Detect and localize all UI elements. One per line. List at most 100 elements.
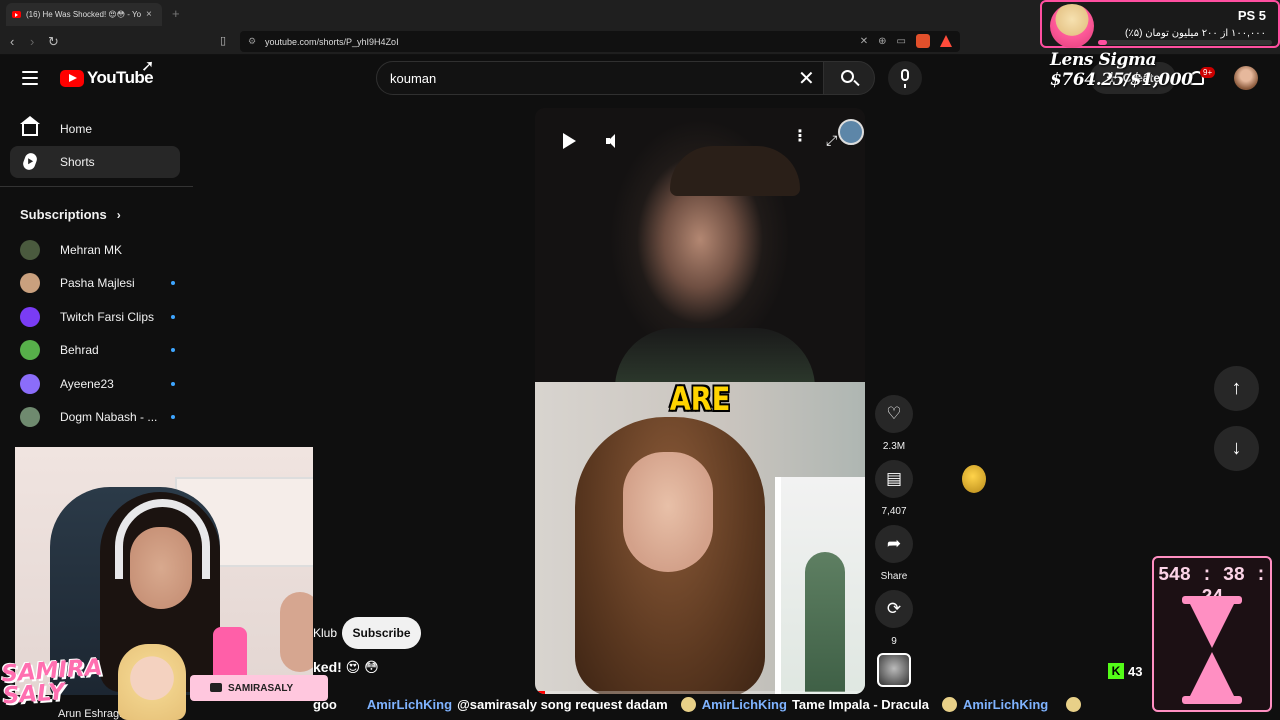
mouse-cursor-icon: ➚ xyxy=(141,58,155,75)
cast-icon[interactable]: ▭ xyxy=(897,36,906,47)
sidebar-item-home[interactable]: Home xyxy=(10,113,180,145)
youtube-favicon-icon xyxy=(12,11,21,18)
chat-username: AmirLichKing xyxy=(963,696,1049,712)
like-button[interactable]: ♡ xyxy=(875,395,913,433)
emote-icon xyxy=(942,696,957,712)
microphone-icon xyxy=(901,69,909,88)
streamer-brand-badge: SAMIRA SALY SAMIRASALY xyxy=(0,640,330,720)
new-content-dot xyxy=(171,381,175,386)
menu-icon[interactable] xyxy=(22,71,38,85)
forward-button[interactable]: › xyxy=(30,34,34,49)
share-label: Share xyxy=(880,571,908,582)
clear-search-icon[interactable]: ✕ xyxy=(798,66,815,91)
address-bar-actions: ✕ ⊕ ▭ xyxy=(860,34,952,48)
chevron-right-icon: › xyxy=(116,207,121,222)
shorts-video-player[interactable]: ARE xyxy=(535,108,865,694)
streamer-brand-name: SAMIRA SALY xyxy=(0,655,105,710)
emote-icon xyxy=(680,696,696,712)
video-woman-face xyxy=(623,452,713,572)
search-button[interactable] xyxy=(823,61,875,95)
play-icon[interactable] xyxy=(563,133,576,149)
sound-action[interactable] xyxy=(875,653,913,687)
new-content-dot xyxy=(171,314,175,319)
chat-message: Tame Impala - Dracula xyxy=(791,696,929,712)
remix-button[interactable]: ⟳ xyxy=(875,590,913,628)
share-button[interactable]: ➦ xyxy=(875,525,913,563)
channel-name: Twitch Farsi Clips xyxy=(60,309,155,324)
emote-icon xyxy=(1066,696,1082,712)
goal-progress-text: ۱۰۰,۰۰۰ از ۲۰۰ میلیون تومان (۵٪) xyxy=(1125,28,1266,39)
lens-goal-text: Lens Sigma $764.25/$1,000 xyxy=(1050,50,1193,90)
channel-avatar xyxy=(20,407,40,427)
sidebar-subscription-item[interactable]: Twitch Farsi Clips xyxy=(20,306,175,328)
close-tab-icon[interactable]: × xyxy=(146,9,158,20)
fullscreen-icon[interactable]: ⤢ xyxy=(826,132,837,149)
shorts-icon xyxy=(21,151,39,172)
channel-name-fragment[interactable]: Klub xyxy=(313,626,337,640)
bookmark-icon[interactable]: ▯ xyxy=(220,34,226,47)
remix-count: 9 xyxy=(891,636,897,647)
back-button[interactable]: ‹ xyxy=(10,34,14,49)
channel-name: Ayeene23 xyxy=(60,376,114,391)
share-icon: ➦ xyxy=(886,534,902,553)
new-content-dot xyxy=(171,281,175,286)
sidebar-subscription-item[interactable]: Behrad xyxy=(20,339,175,361)
tab-title: (16) He Was Shocked! 😍😳 - Yo xyxy=(26,10,142,19)
youtube-logo[interactable]: YouTube xyxy=(60,68,154,88)
remix-action[interactable]: ⟳ 9 xyxy=(875,590,913,647)
video-person-hair xyxy=(670,146,800,196)
new-content-dot xyxy=(171,348,175,353)
youtube-play-icon xyxy=(60,69,84,87)
site-info-icon[interactable]: ⚙ xyxy=(248,36,256,47)
sidebar-divider xyxy=(0,186,193,187)
extension-badge-icon[interactable] xyxy=(838,119,864,145)
remix-icon: ⟳ xyxy=(886,599,902,618)
comment-button[interactable]: ▤ xyxy=(875,460,913,498)
kick-logo-icon: K xyxy=(1108,663,1124,679)
donation-goal-widget: PS 5 ۱۰۰,۰۰۰ از ۲۰۰ میلیون تومان (۵٪) xyxy=(1040,0,1280,48)
arrow-down-icon: ↓ xyxy=(1231,437,1242,459)
sound-thumbnail[interactable] xyxy=(877,653,911,687)
previous-short-button[interactable]: ↑ xyxy=(1214,366,1259,411)
subscribe-button[interactable]: Subscribe xyxy=(342,617,421,649)
browser-tab[interactable]: (16) He Was Shocked! 😍😳 - Yo × xyxy=(6,3,162,26)
video-bottom-frame xyxy=(535,382,865,694)
chat-username: AmirLichKing xyxy=(366,696,453,712)
reload-button[interactable]: ↻ xyxy=(48,34,59,50)
search-input[interactable] xyxy=(390,70,770,86)
sidebar-subscription-item[interactable]: Dogm Nabash - ... xyxy=(20,406,175,428)
sidebar-item-shorts[interactable]: Shorts xyxy=(10,146,180,178)
arrow-up-icon: ↑ xyxy=(1231,377,1242,399)
search-icon xyxy=(841,70,854,83)
chat-ticker: goo AmirLichKing @samirasaly song request … xyxy=(313,694,1163,714)
volume-icon[interactable] xyxy=(606,134,615,148)
sidebar-item-label: Home xyxy=(60,122,93,136)
like-action[interactable]: ♡ 2.3M xyxy=(875,395,913,452)
mute-site-icon[interactable]: ✕ xyxy=(860,36,868,47)
more-options-icon[interactable]: ⋮ xyxy=(792,129,808,145)
brave-rewards-icon[interactable] xyxy=(940,35,952,47)
social-handle: SAMIRASALY xyxy=(228,682,294,694)
subscriptions-label: Subscriptions xyxy=(20,207,107,222)
youtube-instagram-icon xyxy=(210,683,222,692)
goal-progress-bar xyxy=(1098,40,1272,45)
url-field[interactable]: ⚙ youtube.com/shorts/P_yhI9H4ZoI ✕ ⊕ ▭ xyxy=(240,31,960,52)
sidebar-subscription-item[interactable]: Ayeene23 xyxy=(20,373,175,395)
chat-username: AmirLichKing xyxy=(701,696,787,712)
kick-viewer-count: K 43 xyxy=(1108,663,1142,679)
subscriptions-header[interactable]: Subscriptions › xyxy=(20,207,121,222)
channel-avatar xyxy=(20,273,40,294)
heart-icon: ♡ xyxy=(886,404,902,423)
next-short-button[interactable]: ↓ xyxy=(1214,426,1259,471)
goal-title: PS 5 xyxy=(1237,8,1266,23)
brave-shields-icon[interactable] xyxy=(916,34,930,48)
share-action[interactable]: ➦ Share xyxy=(875,525,913,582)
voice-search-button[interactable] xyxy=(888,61,922,95)
sidebar-subscription-item[interactable]: Pasha Majlesi xyxy=(20,272,175,294)
viewer-count: 43 xyxy=(1128,663,1143,679)
sidebar-subscription-item[interactable]: Mehran MK xyxy=(20,239,175,261)
new-tab-button[interactable]: + xyxy=(172,6,180,21)
streamer-avatar-illustration xyxy=(118,644,186,720)
zoom-icon[interactable]: ⊕ xyxy=(878,36,886,47)
comment-action[interactable]: ▤ 7,407 xyxy=(875,460,913,517)
